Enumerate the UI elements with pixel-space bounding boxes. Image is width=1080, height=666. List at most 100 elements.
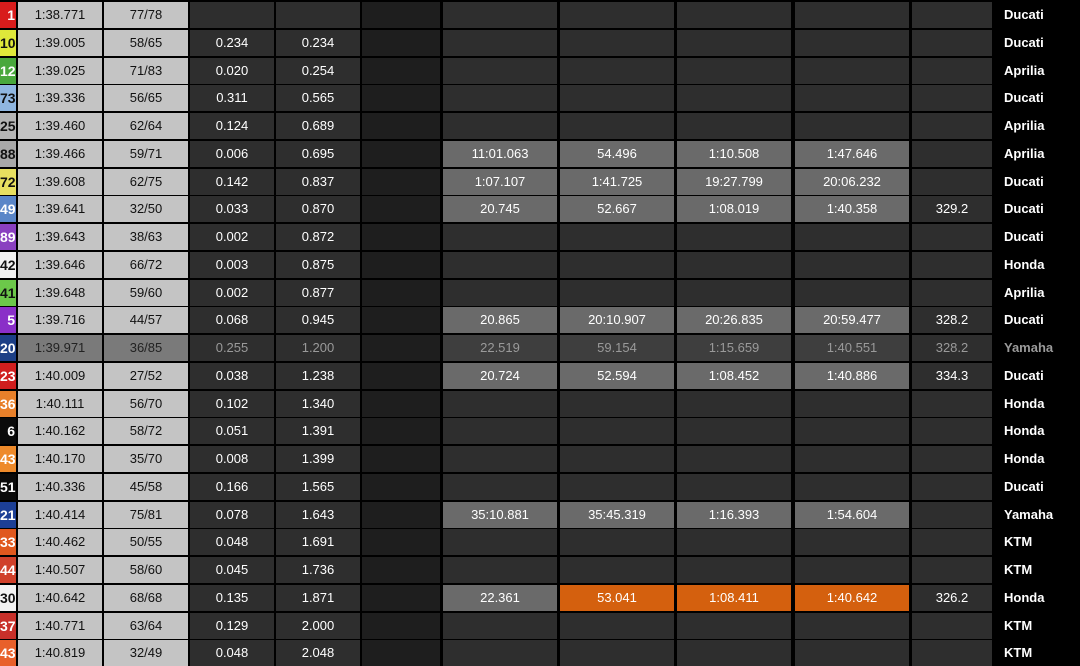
table-row[interactable]: 37 1:40.771 63/64 0.129 2.000 KTM	[0, 612, 1080, 639]
table-row[interactable]: 89 1:39.643 38/63 0.002 0.872 Ducati	[0, 224, 1080, 250]
manufacturer: Ducati	[996, 473, 1080, 500]
gap-to-leader: 2.000	[276, 612, 360, 639]
sector-1-time	[443, 279, 557, 306]
table-row[interactable]: 51 1:40.336 45/58 0.166 1.565 Ducati	[0, 473, 1080, 500]
sector-1-time: 22.361	[443, 584, 557, 611]
best-lap-time: 1:39.648	[18, 279, 102, 306]
lap-time	[795, 473, 909, 500]
manufacturer: Honda	[996, 390, 1080, 417]
top-speed	[912, 501, 992, 528]
gap-to-previous: 0.068	[190, 307, 274, 334]
gap-to-previous: 0.006	[190, 140, 274, 167]
lap-count: 59/71	[104, 140, 188, 167]
gap-to-leader	[276, 2, 360, 28]
table-row[interactable]: 10 1:39.005 58/65 0.234 0.234 Ducati	[0, 29, 1080, 56]
lap-time	[795, 279, 909, 306]
sector-1-time	[443, 473, 557, 500]
gap-to-previous: 0.003	[190, 251, 274, 278]
sector-2-time	[560, 85, 674, 112]
table-row[interactable]: 12 1:39.025 71/83 0.020 0.254 Aprilia	[0, 57, 1080, 84]
table-row[interactable]: 36 1:40.111 56/70 0.102 1.340 Honda	[0, 390, 1080, 417]
sector-1-time	[443, 224, 557, 250]
lap-count: 58/60	[104, 557, 188, 583]
gap-to-previous: 0.234	[190, 29, 274, 56]
sector-1-time	[443, 29, 557, 56]
gap-to-leader: 0.870	[276, 196, 360, 223]
table-row[interactable]: 73 1:39.336 56/65 0.311 0.565 Ducati	[0, 85, 1080, 112]
table-row[interactable]: 33 1:40.462 50/55 0.048 1.691 KTM	[0, 529, 1080, 556]
top-speed	[912, 113, 992, 139]
lap-count: 44/57	[104, 307, 188, 334]
gap-to-leader: 1.391	[276, 418, 360, 445]
rider-number: 49	[0, 196, 16, 223]
sector-1-time: 35:10.881	[443, 501, 557, 528]
spacer-cell	[362, 335, 440, 361]
table-row[interactable]: 25 1:39.460 62/64 0.124 0.689 Aprilia	[0, 113, 1080, 139]
spacer-cell	[362, 85, 440, 112]
table-row[interactable]: 44 1:40.507 58/60 0.045 1.736 KTM	[0, 557, 1080, 583]
rider-number: 33	[0, 529, 16, 556]
sector-2-time: 53.041	[560, 584, 674, 611]
gap-to-previous: 0.129	[190, 612, 274, 639]
rider-number: 6	[0, 418, 16, 445]
top-speed	[912, 2, 992, 28]
manufacturer: Ducati	[996, 168, 1080, 195]
sector-3-time	[677, 29, 791, 56]
rider-number: 88	[0, 140, 16, 167]
lap-count: 71/83	[104, 57, 188, 84]
table-row[interactable]: 5 1:39.716 44/57 0.068 0.945 20.865 20:10.907 2…	[0, 307, 1080, 334]
sector-1-time	[443, 557, 557, 583]
table-row[interactable]: 30 1:40.642 68/68 0.135 1.871 22.361 53.041 1:0…	[0, 584, 1080, 611]
lap-time	[795, 557, 909, 583]
sector-2-time	[560, 612, 674, 639]
top-speed	[912, 529, 992, 556]
sector-2-time: 1:41.725	[560, 168, 674, 195]
manufacturer: Ducati	[996, 224, 1080, 250]
top-speed: 326.2	[912, 584, 992, 611]
sector-3-time	[677, 612, 791, 639]
rider-number: 5	[0, 307, 16, 334]
lap-time: 1:40.886	[795, 362, 909, 389]
lap-time	[795, 612, 909, 639]
gap-to-leader: 2.048	[276, 640, 360, 666]
manufacturer: Aprilia	[996, 113, 1080, 139]
top-speed	[912, 612, 992, 639]
table-row[interactable]: 43 1:40.819 32/49 0.048 2.048 KTM	[0, 640, 1080, 666]
gap-to-previous: 0.135	[190, 584, 274, 611]
gap-to-leader: 1.871	[276, 584, 360, 611]
rider-number: 36	[0, 390, 16, 417]
lap-time	[795, 57, 909, 84]
table-row[interactable]: 72 1:39.608 62/75 0.142 0.837 1:07.107 1:41.72…	[0, 168, 1080, 195]
top-speed	[912, 390, 992, 417]
gap-to-leader: 1.565	[276, 473, 360, 500]
sector-1-time: 1:07.107	[443, 168, 557, 195]
table-row[interactable]: 41 1:39.648 59/60 0.002 0.877 Aprilia	[0, 279, 1080, 306]
best-lap-time: 1:40.642	[18, 584, 102, 611]
best-lap-time: 1:40.771	[18, 612, 102, 639]
lap-time: 1:40.551	[795, 335, 909, 361]
table-row[interactable]: 23 1:40.009 27/52 0.038 1.238 20.724 52.594 1:0…	[0, 362, 1080, 389]
lap-count: 66/72	[104, 251, 188, 278]
spacer-cell	[362, 557, 440, 583]
table-row[interactable]: 21 1:40.414 75/81 0.078 1.643 35:10.881 35:45.…	[0, 501, 1080, 528]
table-row[interactable]: 6 1:40.162 58/72 0.051 1.391 Honda	[0, 418, 1080, 445]
sector-2-time	[560, 390, 674, 417]
table-row[interactable]: 20 1:39.971 36/85 0.255 1.200 22.519 59.154 1:1…	[0, 335, 1080, 361]
best-lap-time: 1:40.507	[18, 557, 102, 583]
sector-2-time	[560, 113, 674, 139]
rider-number: 89	[0, 224, 16, 250]
gap-to-previous: 0.002	[190, 224, 274, 250]
table-row[interactable]: 49 1:39.641 32/50 0.033 0.870 20.745 52.667 1:0…	[0, 196, 1080, 223]
best-lap-time: 1:40.009	[18, 362, 102, 389]
sector-3-time: 19:27.799	[677, 168, 791, 195]
top-speed	[912, 251, 992, 278]
lap-count: 63/64	[104, 612, 188, 639]
top-speed	[912, 140, 992, 167]
lap-time	[795, 390, 909, 417]
table-row[interactable]: 42 1:39.646 66/72 0.003 0.875 Honda	[0, 251, 1080, 278]
table-row[interactable]: 43 1:40.170 35/70 0.008 1.399 Honda	[0, 446, 1080, 472]
table-row[interactable]: 1 1:38.771 77/78 Ducati	[0, 2, 1080, 28]
table-row[interactable]: 88 1:39.466 59/71 0.006 0.695 11:01.063 54.496…	[0, 140, 1080, 167]
lap-count: 32/50	[104, 196, 188, 223]
best-lap-time: 1:40.162	[18, 418, 102, 445]
